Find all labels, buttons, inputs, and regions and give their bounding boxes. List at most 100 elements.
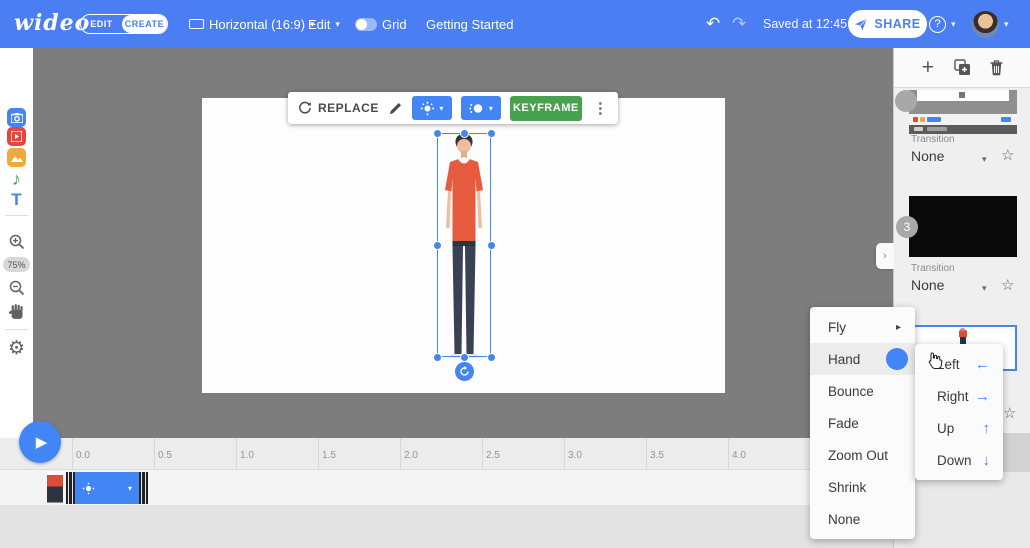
resize-handle-e[interactable] — [487, 241, 496, 250]
zoom-in-icon — [9, 234, 25, 250]
panel-collapse-button[interactable]: › — [876, 243, 894, 269]
resize-handle-w[interactable] — [433, 241, 442, 250]
share-label: SHARE — [874, 17, 920, 31]
chevron-down-icon[interactable]: ▾ — [982, 283, 987, 294]
chevron-down-icon[interactable]: ▾ — [982, 154, 987, 165]
resize-handle-nw[interactable] — [433, 129, 442, 138]
replace-label: REPLACE — [318, 101, 379, 115]
clip-thumbnail[interactable] — [47, 471, 63, 505]
menu-item-bounce[interactable]: Bounce — [810, 375, 915, 407]
avatar[interactable] — [972, 11, 999, 38]
favorite-transition-star-icon[interactable]: ☆ — [1001, 276, 1014, 294]
ruler-tick: 3.5 — [650, 450, 664, 461]
chevron-down-icon: ▾ — [489, 104, 493, 113]
edit-pencil-button[interactable] — [388, 101, 403, 116]
transition-select[interactable]: None — [911, 148, 944, 164]
resize-handle-ne[interactable] — [487, 129, 496, 138]
rotate-handle[interactable] — [455, 362, 474, 381]
videos-tool[interactable] — [0, 127, 33, 146]
ruler-tick: 3.0 — [568, 450, 582, 461]
animation-out-icon — [469, 101, 485, 116]
aspect-ratio-dropdown[interactable]: Horizontal (16:9) ▾ — [189, 0, 315, 48]
selection-box[interactable] — [437, 133, 491, 357]
images-tool[interactable] — [0, 148, 33, 167]
camera-icon — [7, 108, 26, 127]
submenu-item-down[interactable]: Down↓ — [915, 444, 1003, 476]
replace-button[interactable]: REPLACE — [298, 101, 379, 115]
animation-in-dropdown[interactable]: ▾ — [412, 96, 452, 120]
keyframe-button[interactable]: KEYFRAME — [510, 96, 582, 121]
share-button[interactable]: SHARE — [848, 10, 927, 38]
timeline-ruler[interactable]: 0.0 0.5 1.0 1.5 2.0 2.5 3.0 3.5 4.0 — [0, 438, 893, 470]
undo-button[interactable]: ↶ — [706, 0, 720, 48]
account-menu[interactable]: ▾ — [972, 0, 1009, 48]
timeline-bottom-bar: ? Help ▾ ♪ — [0, 505, 893, 548]
favorite-transition-star-icon[interactable]: ☆ — [1001, 146, 1014, 164]
ruler-tick: 1.5 — [322, 450, 336, 461]
animation-out-dropdown[interactable]: ▾ — [461, 96, 501, 120]
chevron-down-icon[interactable]: ▾ — [128, 484, 132, 493]
edit-create-toggle[interactable]: EDIT CREATE — [80, 14, 168, 34]
transition-select[interactable]: None — [911, 277, 944, 293]
sidebar-divider — [5, 215, 28, 216]
edit-menu[interactable]: Edit ▾ — [308, 0, 340, 48]
settings-tool[interactable]: ⚙ — [0, 337, 33, 360]
clip-trim-handle-right[interactable] — [139, 472, 148, 504]
text-tool[interactable]: T — [0, 190, 33, 210]
grid-toggle[interactable] — [355, 18, 377, 31]
menu-item-fly[interactable]: Fly▸ — [810, 311, 915, 343]
refresh-icon — [298, 101, 312, 115]
zoom-level-badge[interactable]: 75% — [3, 257, 30, 272]
edit-tab[interactable]: EDIT — [81, 15, 122, 33]
submenu-arrow-icon: ▸ — [896, 322, 901, 333]
getting-started-link[interactable]: Getting Started — [426, 0, 513, 48]
duplicate-slide-button[interactable] — [954, 59, 971, 76]
create-tab[interactable]: CREATE — [122, 15, 167, 33]
pan-tool[interactable] — [0, 303, 33, 320]
animation-in-icon — [82, 482, 95, 495]
kebab-menu-icon[interactable]: ⋮ — [593, 99, 608, 117]
favorite-transition-star-icon[interactable]: ☆ — [1003, 404, 1016, 422]
arrow-left-icon: ← — [975, 356, 990, 373]
timeline: 0.0 0.5 1.0 1.5 2.0 2.5 3.0 3.5 4.0 ▶ ▾ — [0, 438, 893, 548]
zoom-out-tool[interactable] — [0, 280, 33, 296]
zoom-out-icon — [9, 280, 25, 296]
wideo-logo[interactable]: wideo — [14, 10, 90, 36]
menu-item-shrink[interactable]: Shrink — [810, 471, 915, 503]
resize-handle-n[interactable] — [460, 129, 469, 138]
mouse-cursor-icon — [926, 352, 943, 371]
clip-trim-handle-left[interactable] — [66, 472, 75, 504]
resize-handle-s[interactable] — [460, 353, 469, 362]
sidebar-divider — [5, 329, 28, 330]
submenu-item-right[interactable]: Right→ — [915, 380, 1003, 412]
redo-button[interactable]: ↷ — [732, 0, 746, 48]
submenu-item-up[interactable]: Up↑ — [915, 412, 1003, 444]
slide-thumbnail-2[interactable] — [909, 90, 1017, 134]
menu-item-zoom-out[interactable]: Zoom Out — [810, 439, 915, 471]
grid-toggle-group[interactable]: Grid — [355, 0, 407, 48]
play-button[interactable]: ▶ — [19, 421, 61, 463]
saved-status: Saved at 12:45 — [763, 0, 847, 48]
video-icon — [7, 127, 26, 146]
transition-label: Transition — [911, 263, 955, 274]
hand-icon — [8, 303, 25, 320]
slide-thumbnail-3[interactable] — [909, 196, 1017, 257]
help-menu[interactable]: ? ▾ — [929, 0, 956, 48]
menu-item-fade[interactable]: Fade — [810, 407, 915, 439]
photos-tool[interactable] — [0, 108, 33, 127]
ruler-tick: 0.5 — [158, 450, 172, 461]
add-slide-button[interactable]: + — [922, 56, 934, 80]
arrow-up-icon: ↑ — [983, 420, 991, 437]
music-tool[interactable]: ♪ — [0, 169, 33, 190]
send-icon — [854, 18, 868, 31]
aspect-ratio-label: Horizontal (16:9) — [209, 17, 305, 32]
zoom-in-tool[interactable] — [0, 234, 33, 250]
ruler-tick: 4.0 — [732, 450, 746, 461]
animation-clip-bar[interactable]: ▾ — [66, 472, 148, 504]
resize-handle-se[interactable] — [487, 353, 496, 362]
menu-item-none[interactable]: None — [810, 503, 915, 535]
animation-in-icon — [420, 101, 435, 116]
resize-handle-sw[interactable] — [433, 353, 442, 362]
arrow-down-icon: ↓ — [983, 452, 991, 469]
delete-slide-button[interactable] — [990, 60, 1003, 76]
